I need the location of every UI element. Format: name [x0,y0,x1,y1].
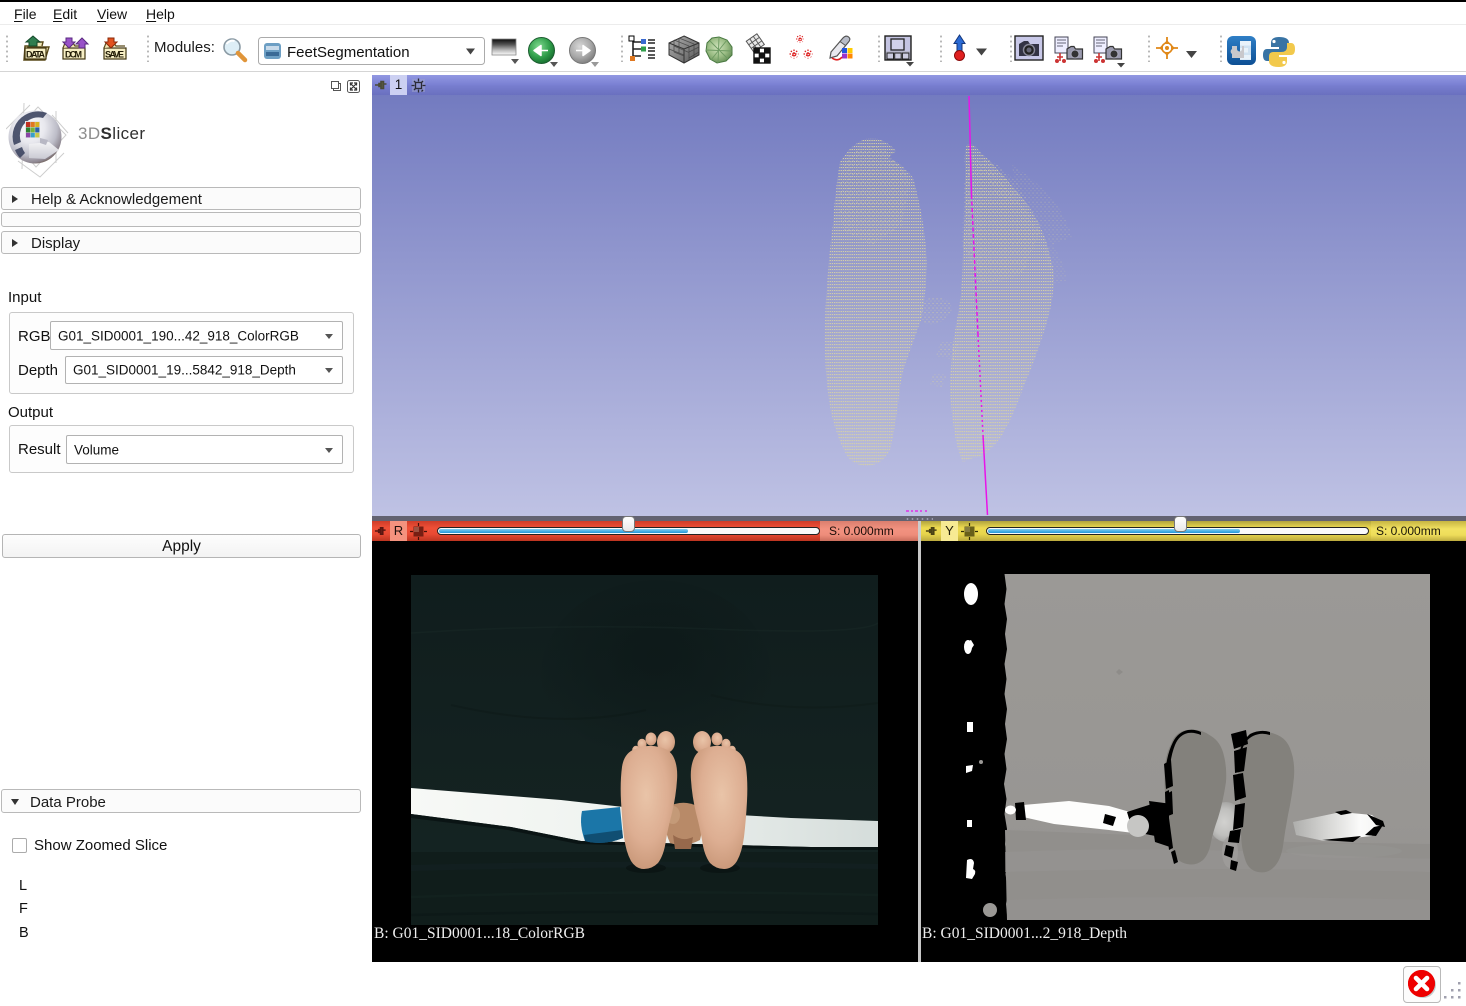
svg-text:SAVE: SAVE [105,50,124,60]
svg-text:DATA: DATA [26,50,46,60]
svg-text:FeetSegmentation: FeetSegmentation [287,44,410,61]
svg-text:DCM: DCM [65,50,82,60]
